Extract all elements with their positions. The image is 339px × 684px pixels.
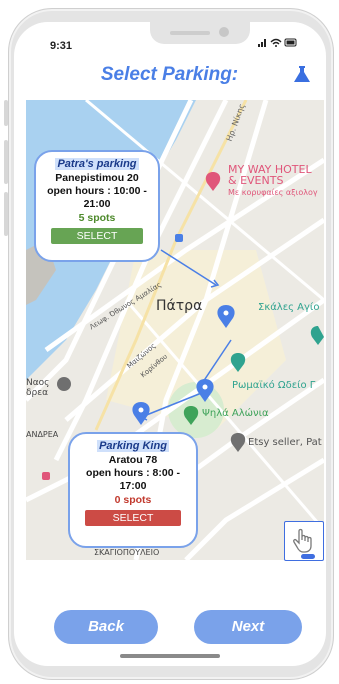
- church-marker-icon: [57, 377, 71, 391]
- select-parking-button[interactable]: SELECT: [85, 510, 181, 526]
- parking-card[interactable]: Parking King Aratou 78 open hours : 8:00…: [68, 432, 198, 548]
- parking-address: Aratou 78: [108, 454, 158, 466]
- parking-address: Panepistimou 20: [55, 172, 139, 184]
- phone-side-button: [4, 140, 8, 184]
- parking-hours: open hours : 10:00 -: [47, 185, 147, 197]
- parking-hours: open hours : 8:00 -: [86, 467, 180, 479]
- status-time: 9:31: [50, 40, 73, 52]
- parking-name: Parking King: [97, 440, 169, 452]
- home-indicator: [120, 654, 220, 658]
- hand-pointer-icon: [293, 528, 315, 559]
- map-label-naos: Ναος δρεα: [26, 378, 50, 398]
- map-label-odeon: Ρωμαϊκό Ωδείο Γ: [232, 380, 316, 391]
- parking-spots: 0 spots: [114, 494, 152, 506]
- front-camera: [219, 27, 229, 37]
- speaker: [170, 31, 210, 35]
- gesture-mode-button[interactable]: [284, 521, 324, 561]
- signal-wifi-battery-icon: [258, 38, 297, 47]
- phone-side-button: [4, 100, 8, 126]
- parking-hours-end: 17:00: [119, 480, 147, 492]
- map-label-etsy: Etsy seller, Pat: [248, 437, 322, 448]
- back-button[interactable]: Back: [54, 610, 158, 644]
- status-icons: [258, 36, 298, 51]
- parking-card[interactable]: Patra's parking Panepistimou 20 open hou…: [34, 150, 160, 262]
- parking-name: Patra's parking: [55, 158, 139, 170]
- next-button[interactable]: Next: [194, 610, 302, 644]
- parking-spots: 5 spots: [78, 212, 116, 224]
- map-label-skagiopouleio: ΣΚΑΓΙΟΠΟΥΛΕΙΟ: [94, 548, 160, 557]
- phone-notch: [150, 22, 250, 44]
- parking-hours-end: 21:00: [83, 198, 111, 210]
- map-label-hotel-sub: Με κορυφαίες αξιολογ: [228, 188, 318, 197]
- map-label-andrea: ΑΝΔΡΕΑ: [26, 430, 59, 439]
- transit-icon: [42, 472, 50, 480]
- map-label-city: Πάτρα: [156, 298, 203, 314]
- map-label-hotel: MY WAY HOTEL & EVENTS: [228, 163, 312, 187]
- map-pin[interactable]: [132, 402, 150, 425]
- phone-side-button: [4, 192, 8, 236]
- map-label-psila: Ψηλά Αλώνια: [202, 408, 269, 419]
- bus-stop-icon: [175, 234, 183, 242]
- flask-icon[interactable]: [292, 64, 312, 84]
- select-parking-button[interactable]: SELECT: [51, 228, 143, 244]
- page-title: Select Parking:: [100, 64, 239, 85]
- map-label-steps: Σκάλες Αγίο: [258, 302, 320, 313]
